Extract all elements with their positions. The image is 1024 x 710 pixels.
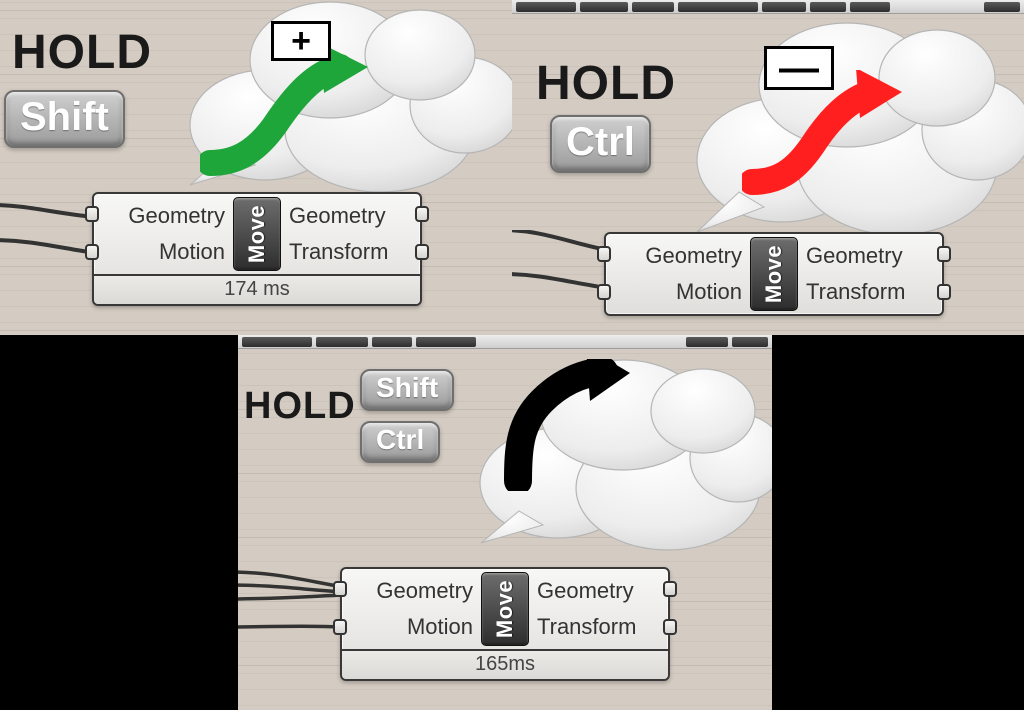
plus-badge: + [271,21,331,61]
panel-top-right: HOLD Ctrl [512,0,1024,335]
minus-icon: — [779,46,819,91]
output-port-geometry[interactable] [937,246,951,262]
hold-title: HOLD [12,25,152,80]
hold-title: HOLD [536,56,676,111]
plus-icon: + [291,22,311,61]
profiler-timing: 165ms [342,649,668,679]
component-name: Move [244,205,270,263]
hold-title: HOLD [244,385,356,428]
output-port-transform[interactable] [415,244,429,260]
input-label-geometry: Geometry [376,580,473,602]
output-label-geometry: Geometry [537,580,634,602]
input-port-motion[interactable] [85,244,99,260]
output-label-geometry: Geometry [289,205,386,227]
input-label-motion: Motion [676,281,742,303]
panel-bottom: HOLD Shift Ctrl [238,335,772,710]
component-name: Move [761,245,787,303]
component-name-grip[interactable]: Move [481,572,529,646]
input-port-motion[interactable] [597,284,611,300]
output-label-transform: Transform [537,616,636,638]
move-component[interactable]: Geometry Motion Move Geometry Transform [604,232,944,316]
output-label-geometry: Geometry [806,245,903,267]
key-shift: Shift [4,90,125,148]
input-port-geometry[interactable] [333,581,347,597]
input-label-geometry: Geometry [128,205,225,227]
wires [512,230,612,330]
move-component[interactable]: Geometry Motion Move Geometry Transform … [340,567,670,681]
key-ctrl: Ctrl [360,421,440,463]
input-port-motion[interactable] [333,619,347,635]
output-port-geometry[interactable] [415,206,429,222]
component-name: Move [492,580,518,638]
input-label-motion: Motion [159,241,225,263]
output-port-geometry[interactable] [663,581,677,597]
output-label-transform: Transform [289,241,388,263]
output-label-transform: Transform [806,281,905,303]
move-component[interactable]: Geometry Motion Move Geometry Transform … [92,192,422,306]
curved-arrow-icon [200,45,370,180]
wires [238,567,348,667]
panel-top-left: HOLD Shift [0,0,512,335]
component-name-grip[interactable]: Move [750,237,798,311]
output-port-transform[interactable] [937,284,951,300]
curved-arrow-icon [500,359,630,491]
minus-badge: — [764,46,834,90]
input-label-geometry: Geometry [645,245,742,267]
input-label-motion: Motion [407,616,473,638]
input-port-geometry[interactable] [597,246,611,262]
profiler-timing: 174 ms [94,274,420,304]
component-name-grip[interactable]: Move [233,197,281,271]
key-shift: Shift [360,369,454,411]
key-ctrl: Ctrl [550,115,651,173]
output-port-transform[interactable] [663,619,677,635]
input-port-geometry[interactable] [85,206,99,222]
